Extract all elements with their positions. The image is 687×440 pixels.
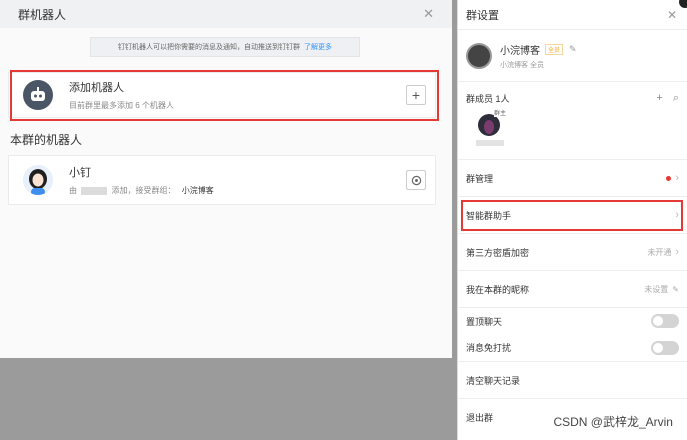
pencil-icon[interactable]: ✎ — [569, 44, 577, 55]
add-member-icon[interactable]: + — [656, 92, 662, 105]
row-label: 智能群助手 — [466, 210, 512, 221]
blurred-username — [81, 186, 108, 195]
add-robot-button[interactable]: + — [406, 85, 426, 105]
group-avatar — [466, 42, 492, 69]
chevron-right-icon: › — [675, 209, 679, 221]
pencil-icon[interactable]: ✎ — [672, 285, 679, 294]
row-label: 清空聊天记录 — [466, 375, 521, 386]
learn-more-link[interactable]: 了解更多 — [304, 42, 332, 52]
row-label: 群管理 — [466, 173, 494, 184]
notification-dot — [666, 175, 672, 181]
row-mute: 消息免打扰 — [458, 334, 687, 362]
owner-tag: 群主 — [494, 108, 507, 117]
row-third-party-encryption[interactable]: 第三方密盾加密 未开通 › — [458, 234, 687, 271]
close-icon[interactable]: ✕ — [423, 6, 434, 22]
members-actions: + ⌕ — [656, 92, 679, 105]
gear-icon — [411, 175, 421, 185]
chevron-right-icon: › — [675, 246, 679, 258]
row-clear-history[interactable]: 清空聊天记录 — [458, 362, 687, 399]
section-title: 本群的机器人 — [10, 133, 83, 147]
group-subtitle: 小浣博客 全员 — [500, 61, 544, 69]
dialog-title: 群机器人 — [18, 7, 67, 22]
robot-dialog: 群机器人 ✕ 钉钉机器人可以把你需要的消息及通知，自动推送到钉钉群 了解更多 添… — [0, 0, 452, 358]
row-label: 消息免打扰 — [466, 343, 512, 353]
robot-avatar-icon — [23, 80, 53, 110]
add-robot-title: 添加机器人 — [69, 82, 124, 94]
robot-info-prefix: 由 — [69, 186, 77, 195]
close-icon[interactable]: ✕ — [667, 8, 677, 22]
row-status: 未设置 — [644, 284, 669, 294]
members-section: 群成员 1人 + ⌕ 群主 — [458, 82, 687, 160]
robot-settings-button[interactable] — [406, 170, 426, 190]
group-settings-panel: 群设置 ✕ 小浣博客 全员 ✎ 小浣博客 全员 群成员 1人 + ⌕ 群主 群管… — [457, 0, 687, 440]
plus-icon: + — [411, 87, 421, 103]
row-label: 我在本群的昵称 — [466, 284, 530, 295]
search-icon[interactable]: ⌕ — [673, 92, 679, 105]
row-group-manage[interactable]: 群管理 › — [458, 160, 687, 197]
row-right: 未设置 ✎ — [644, 284, 679, 295]
watermark: CSDN @武梓龙_Arvin — [553, 415, 673, 429]
robot-info: 由 添加，接受群组： 小浣博客 — [69, 185, 406, 196]
add-robot-card[interactable]: 添加机器人 目前群里最多添加 6 个机器人 + — [8, 72, 436, 118]
panel-title: 群设置 — [466, 9, 499, 22]
row-right: › — [666, 172, 679, 184]
add-robot-subtitle: 目前群里最多添加 6 个机器人 — [69, 101, 174, 110]
robot-card-text: 小钉 由 添加，接受群组： 小浣博客 — [69, 164, 406, 196]
row-status: 未开通 — [647, 247, 672, 257]
mute-toggle[interactable] — [651, 340, 679, 355]
add-robot-text: 添加机器人 目前群里最多添加 6 个机器人 — [69, 79, 406, 111]
xiaoding-avatar — [23, 165, 53, 195]
row-label: 第三方密盾加密 — [466, 247, 530, 258]
group-name-text: 小浣博客 — [500, 45, 540, 57]
members-header: 群成员 1人 + ⌕ — [466, 92, 679, 105]
notice-text: 钉钉机器人可以把你需要的消息及通知，自动推送到钉钉群 — [118, 44, 300, 51]
chevron-right-icon: › — [675, 172, 679, 184]
row-pin-chat: 置顶聊天 — [458, 308, 687, 334]
row-right: 未开通 › — [647, 246, 679, 258]
row-smart-assistant[interactable]: 智能群助手 › — [458, 197, 687, 234]
group-name: 小浣博客 全员 ✎ — [500, 42, 577, 57]
robot-name: 小钉 — [69, 167, 91, 179]
group-profile[interactable]: 小浣博客 全员 ✎ 小浣博客 全员 — [458, 30, 687, 82]
row-label: 退出群 — [466, 413, 494, 423]
row-label: 置顶聊天 — [466, 316, 503, 327]
robot-card-xiaoding[interactable]: 小钉 由 添加，接受群组： 小浣博客 — [8, 155, 436, 205]
blurred-member-name — [476, 140, 504, 146]
profile-info: 小浣博客 全员 ✎ 小浣博客 全员 — [500, 42, 577, 70]
panel-header: 群设置 ✕ — [458, 0, 687, 30]
notice-banner: 钉钉机器人可以把你需要的消息及通知，自动推送到钉钉群 了解更多 — [90, 37, 360, 57]
member-avatar[interactable] — [478, 114, 500, 136]
group-badge: 全员 — [545, 43, 564, 55]
robot-info-mid: 添加，接受群组： — [111, 186, 176, 195]
robot-info-group: 小浣博客 — [181, 186, 214, 195]
row-my-nickname[interactable]: 我在本群的昵称 未设置 ✎ — [458, 271, 687, 308]
pin-chat-toggle[interactable] — [651, 314, 679, 328]
members-label: 群成员 1人 — [466, 94, 510, 104]
dialog-header: 群机器人 ✕ — [0, 0, 452, 28]
